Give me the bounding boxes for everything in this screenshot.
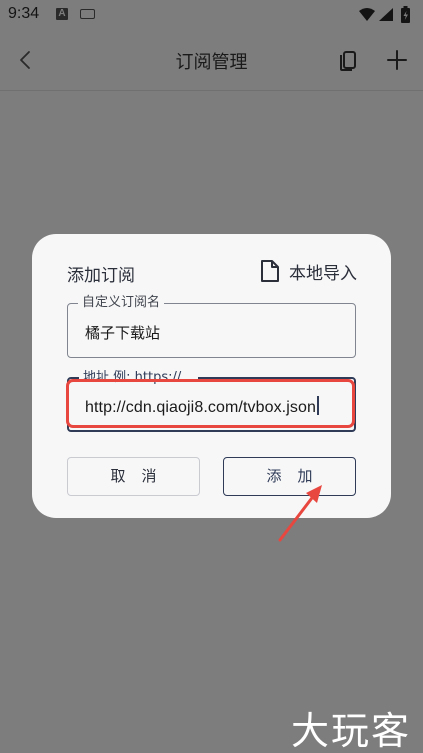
highlight-box xyxy=(66,379,355,428)
app-bar: 订阅管理 xyxy=(0,30,423,90)
dialog-title: 添加订阅 xyxy=(67,266,135,286)
keyboard-icon xyxy=(80,9,95,19)
local-import-label: 本地导入 xyxy=(289,263,357,284)
status-icons xyxy=(359,6,410,23)
add-icon[interactable] xyxy=(385,48,409,72)
status-bar: 9:34 A xyxy=(0,0,423,30)
wifi-icon xyxy=(359,8,375,21)
signal-icon xyxy=(379,8,393,21)
subscription-name-field[interactable]: 自定义订阅名 橘子下载站 xyxy=(67,295,356,358)
annotation-arrow-icon xyxy=(278,485,322,542)
local-import-button[interactable]: 本地导入 xyxy=(260,258,357,284)
watermark: 大玩客 xyxy=(290,709,411,753)
file-icon xyxy=(261,260,279,282)
subscription-name-value: 橘子下载站 xyxy=(85,324,161,342)
subscription-name-label: 自定义订阅名 xyxy=(78,295,165,311)
app-bar-divider xyxy=(0,90,423,91)
status-time: 9:34 xyxy=(8,5,40,22)
cancel-button[interactable]: 取消 xyxy=(67,457,200,496)
notification-a-icon: A xyxy=(56,8,68,20)
add-subscription-dialog: 添加订阅 本地导入 自定义订阅名 橘子下载站 地址 例: https://...… xyxy=(32,234,391,518)
copy-icon[interactable] xyxy=(337,48,361,72)
